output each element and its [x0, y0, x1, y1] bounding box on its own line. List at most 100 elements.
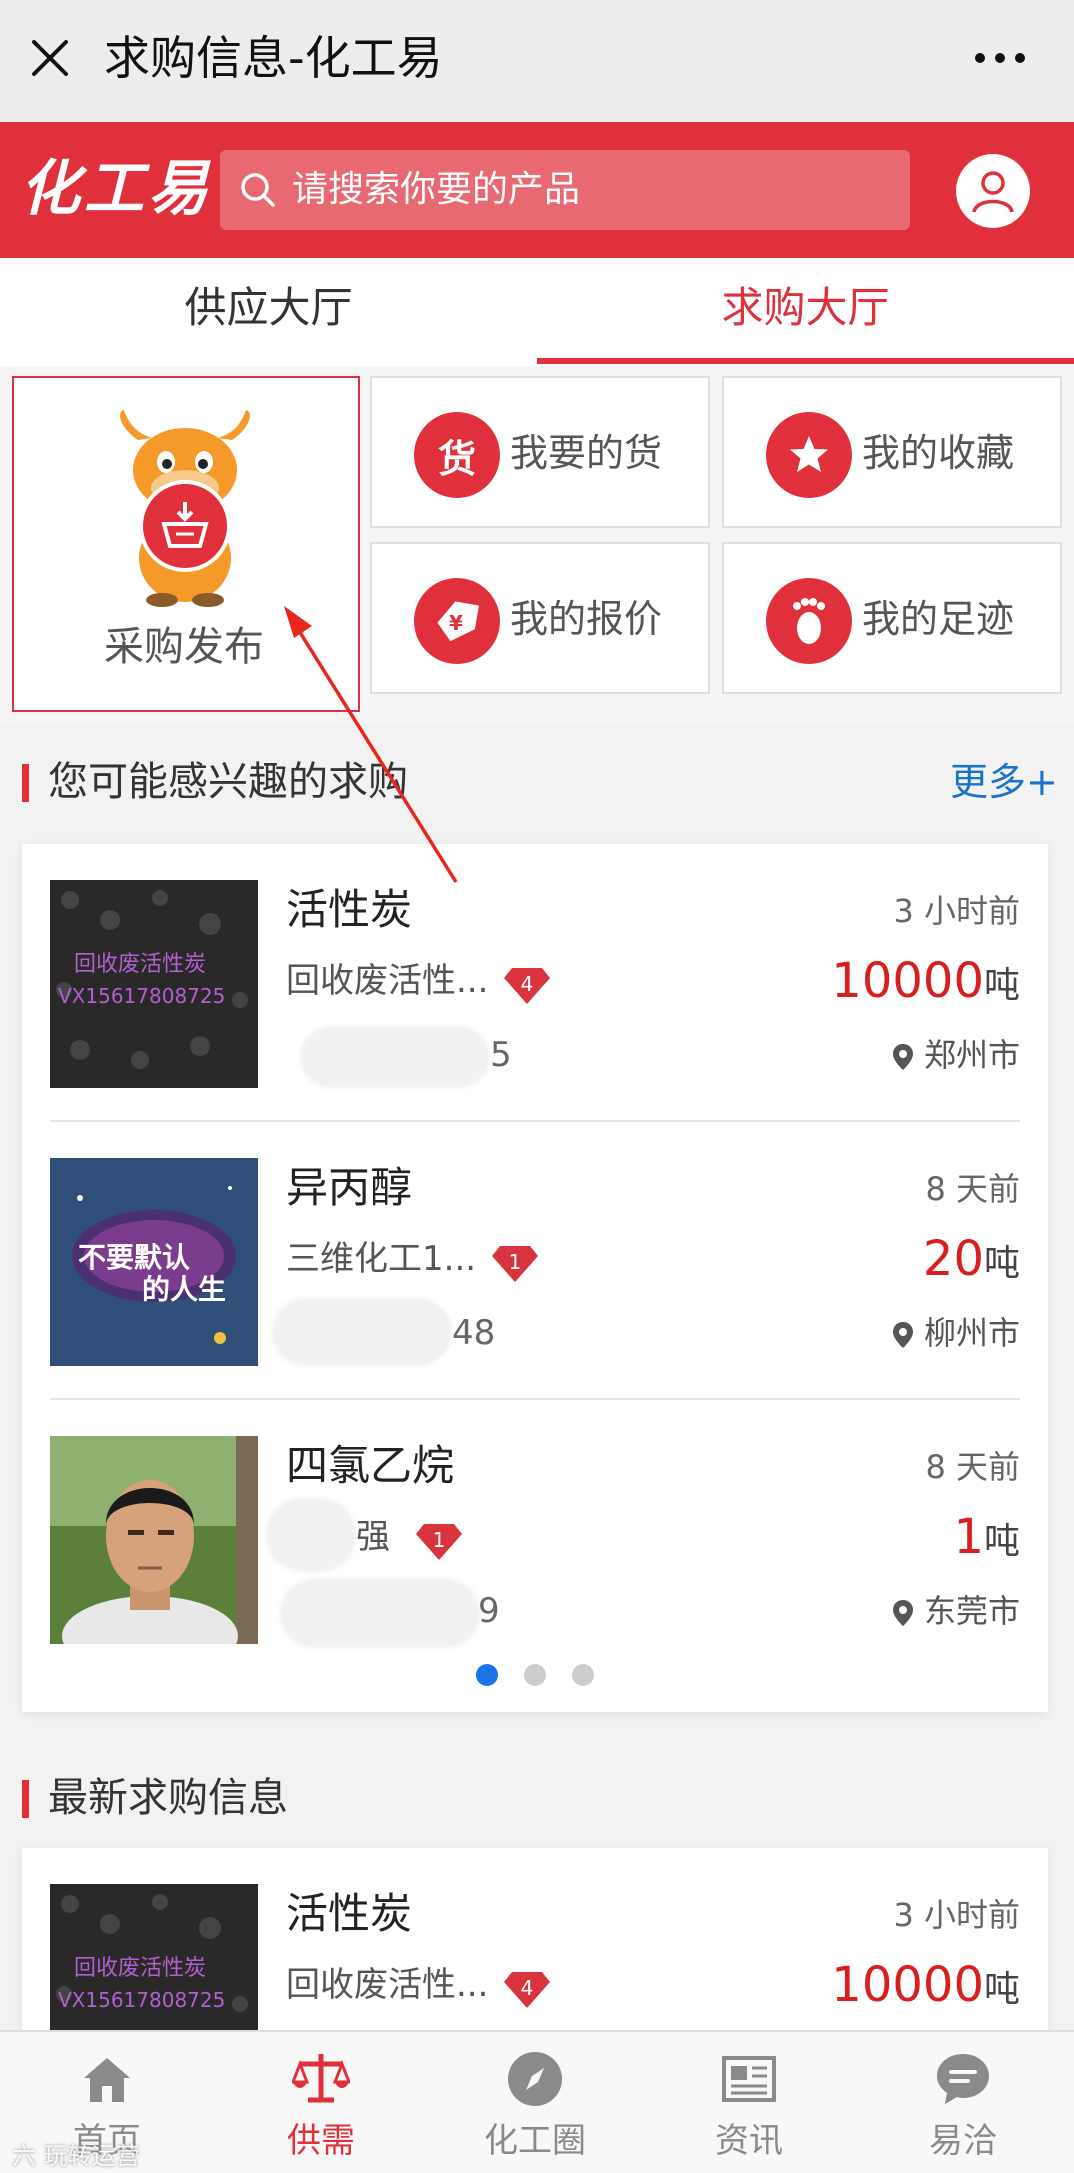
- home-icon: [84, 2058, 130, 2102]
- phone-number-fragment: 5: [490, 1035, 512, 1075]
- nav-chat-label: 易洽: [929, 2121, 997, 2161]
- close-icon: [32, 40, 68, 76]
- company-name: 三维化工1...: [286, 1239, 477, 1279]
- user-avatar-button[interactable]: [956, 154, 1030, 228]
- svg-text:1: 1: [433, 1528, 446, 1552]
- tab-supply-hall[interactable]: 供应大厅: [0, 258, 537, 366]
- star-icon: [766, 412, 852, 498]
- location-pin-icon: [892, 1044, 913, 1070]
- list-item[interactable]: 回收废活性炭 VX15617808725 活性炭 3 小时前 回收废活性... …: [50, 880, 1020, 1088]
- company-name: 强: [356, 1517, 390, 1557]
- quantity: 20吨: [922, 1231, 1020, 1287]
- thumbnail-caption: VX15617808725: [58, 1988, 226, 2012]
- product-thumbnail: 回收废活性炭 VX15617808725: [50, 1884, 258, 2038]
- price-tag-icon: ¥: [414, 578, 500, 664]
- company-name: 回收废活性...: [286, 1965, 489, 2005]
- scale-icon: [292, 2054, 350, 2103]
- blurred-phone: [280, 1578, 480, 1648]
- location: 东莞市: [892, 1586, 1020, 1636]
- hall-tabs: 供应大厅 求购大厅: [0, 258, 1074, 366]
- product-name: 活性炭: [286, 885, 413, 934]
- nav-news[interactable]: 资讯: [642, 2032, 856, 2173]
- interest-section-title: 您可能感兴趣的求购: [22, 758, 408, 806]
- post-time: 8 天前: [925, 1170, 1020, 1208]
- svg-text:4: 4: [521, 1976, 534, 2000]
- nav-news-label: 资讯: [715, 2121, 783, 2161]
- my-quotes-button[interactable]: ¥ 我的报价: [370, 542, 710, 694]
- carousel-pager: [22, 1664, 1048, 1686]
- pager-dot[interactable]: [572, 1664, 594, 1686]
- company-name: 回收废活性...: [286, 961, 489, 1001]
- pager-dot[interactable]: [476, 1664, 498, 1686]
- quick-actions-grid: 采购发布 货 我要的货 我的收藏 ¥ 我的报价 我的足迹: [0, 366, 1074, 724]
- brand-logo[interactable]: 化工易: [20, 144, 212, 234]
- quantity: 1吨: [953, 1509, 1020, 1565]
- mascot-bull-icon: [120, 410, 250, 607]
- svg-text:4: 4: [521, 972, 534, 996]
- level-badge-icon: 4: [504, 1972, 550, 2008]
- search-input[interactable]: 请搜索你要的产品: [220, 150, 910, 230]
- my-wanted-goods-button[interactable]: 货 我要的货: [370, 376, 710, 528]
- more-options-button[interactable]: [960, 30, 1040, 86]
- close-button[interactable]: [22, 30, 78, 86]
- bottom-navigation: 首页 供需 化工圈 资讯 易洽: [0, 2030, 1074, 2173]
- publish-purchase-button[interactable]: 采购发布: [12, 376, 360, 712]
- post-time: 8 天前: [925, 1448, 1020, 1486]
- latest-card: 回收废活性炭 VX15617808725 活性炭 3 小时前 回收废活性... …: [22, 1848, 1048, 2038]
- location: 柳州市: [892, 1308, 1020, 1358]
- product-thumbnail: 回收废活性炭 VX15617808725: [50, 880, 258, 1088]
- post-time: 3 小时前: [893, 892, 1020, 930]
- location-pin-icon: [892, 1600, 913, 1626]
- app-header: 化工易 请搜索你要的产品: [0, 122, 1074, 258]
- nav-chem-circle[interactable]: 化工圈: [428, 2032, 642, 2173]
- my-footprints-label: 我的足迹: [862, 597, 1015, 641]
- post-time: 3 小时前: [893, 1896, 1020, 1934]
- list-item[interactable]: 不要默认 的人生 异丙醇 8 天前 三维化工1... 1 20吨 48 柳州市: [50, 1158, 1020, 1366]
- phone-number-fragment: 9: [478, 1591, 500, 1631]
- blurred-phone: [272, 1298, 452, 1366]
- active-tab-indicator: [537, 358, 1074, 364]
- my-wanted-goods-label: 我要的货: [510, 431, 663, 475]
- my-favorites-label: 我的收藏: [862, 431, 1015, 475]
- footprint-icon: [766, 578, 852, 664]
- latest-section-title: 最新求购信息: [22, 1774, 288, 1822]
- phone-number-fragment: 48: [452, 1313, 496, 1353]
- search-placeholder: 请搜索你要的产品: [292, 169, 581, 210]
- thumbnail-caption: 回收废活性炭: [74, 1956, 207, 1981]
- tab-purchase-hall[interactable]: 求购大厅: [537, 258, 1074, 366]
- product-name: 四氯乙烷: [286, 1441, 455, 1490]
- blurred-phone: [300, 1026, 490, 1088]
- location-pin-icon: [892, 1322, 913, 1348]
- quantity: 10000吨: [831, 953, 1020, 1009]
- more-link[interactable]: 更多+: [950, 758, 1058, 806]
- product-name: 异丙醇: [286, 1163, 413, 1212]
- product-thumbnail: 不要默认 的人生: [50, 1158, 258, 1366]
- level-badge-icon: 1: [492, 1246, 538, 1282]
- svg-text:1: 1: [509, 1250, 522, 1274]
- nav-chem-circle-label: 化工圈: [484, 2121, 586, 2161]
- chat-icon: [937, 2054, 989, 2104]
- product-thumbnail: [50, 1436, 258, 1644]
- quantity: 10000吨: [831, 1957, 1020, 2013]
- thumbnail-caption: 回收废活性炭: [74, 952, 207, 977]
- publish-purchase-label: 采购发布: [104, 624, 264, 670]
- dot-icon: [975, 53, 985, 63]
- row-divider: [50, 1398, 1020, 1400]
- blurred-company: [266, 1498, 356, 1572]
- row-divider: [50, 1120, 1020, 1122]
- user-icon: [972, 171, 1014, 213]
- pager-dot[interactable]: [524, 1664, 546, 1686]
- my-favorites-button[interactable]: 我的收藏: [722, 376, 1062, 528]
- watermark-text: 六 玩转运营: [12, 2142, 140, 2170]
- my-footprints-button[interactable]: 我的足迹: [722, 542, 1062, 694]
- nav-chat[interactable]: 易洽: [856, 2032, 1070, 2173]
- level-badge-icon: 4: [504, 968, 550, 1004]
- title-bar: 求购信息-化工易: [0, 0, 1074, 122]
- compass-icon: [508, 2052, 562, 2106]
- thumbnail-caption: VX15617808725: [58, 984, 226, 1008]
- list-item[interactable]: 回收废活性炭 VX15617808725 活性炭 3 小时前 回收废活性... …: [50, 1884, 1020, 2038]
- news-icon: [722, 2056, 776, 2102]
- list-item[interactable]: 四氯乙烷 8 天前 强 1 1吨 9 东莞市: [50, 1436, 1020, 1648]
- svg-text:¥: ¥: [449, 611, 463, 635]
- nav-supply-demand[interactable]: 供需: [214, 2032, 428, 2173]
